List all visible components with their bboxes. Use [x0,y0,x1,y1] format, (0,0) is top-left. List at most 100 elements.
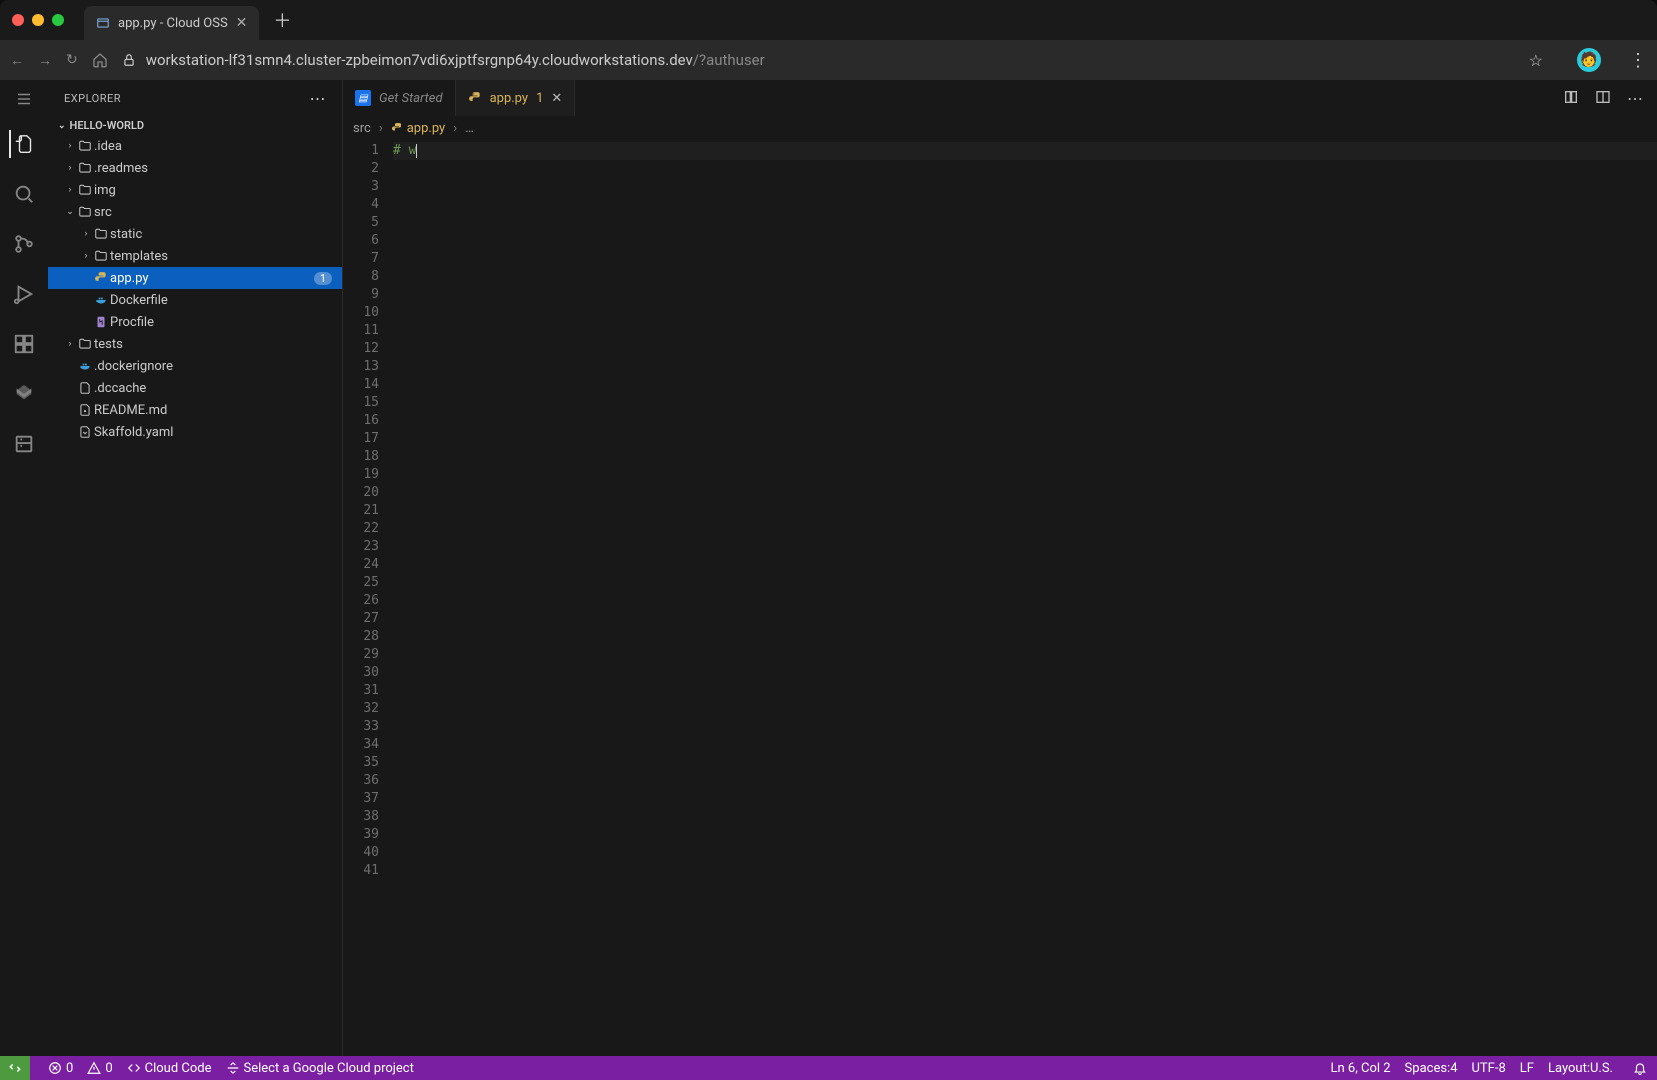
tab-get-started-label: Get Started [379,91,443,106]
status-select-project[interactable]: Select a Google Cloud project [226,1061,414,1076]
activity-bar [0,80,48,1056]
debug-activity-icon[interactable] [10,280,38,308]
folder-tree-item[interactable]: ⌄ src [48,201,342,223]
problems-badge: 1 [314,272,332,285]
chevron-right-icon: › [379,121,383,136]
search-activity-icon[interactable] [10,180,38,208]
forward-button[interactable]: → [38,52,52,69]
sidebar-root[interactable]: ⌄ HELLO-WORLD [48,116,342,135]
folder-tree-item[interactable]: › tests [48,333,342,355]
md-file-icon [76,403,94,417]
folder-icon [76,337,94,351]
reload-button[interactable]: ↻ [66,52,78,68]
chevron-down-icon: ⌄ [64,207,76,217]
yaml-file-icon [76,425,94,439]
folder-icon [92,249,110,263]
status-errors[interactable]: 0 [48,1061,73,1076]
home-button[interactable] [92,52,108,68]
breadcrumb-src[interactable]: src [353,121,371,136]
extensions-activity-icon[interactable] [10,330,38,358]
cloud-code-activity-icon[interactable] [10,380,38,408]
notifications-bell-icon[interactable] [1633,1061,1647,1075]
chevron-right-icon: › [64,339,76,349]
tree-item-label: .dockerignore [94,359,332,374]
status-eol[interactable]: LF [1520,1061,1534,1076]
folder-icon [76,139,94,153]
tree-item-label: static [110,227,332,242]
file-tree-item[interactable]: Procfile [48,311,342,333]
folder-tree-item[interactable]: › static [48,223,342,245]
folder-icon [76,161,94,175]
tree-item-label: Skaffold.yaml [94,425,332,440]
browser-tab-favicon [96,16,110,30]
file-tree-item[interactable]: app.py1 [48,267,342,289]
file-drawer-activity-icon[interactable] [10,430,38,458]
status-warnings[interactable]: 0 [87,1061,112,1076]
browser-menu-icon[interactable]: ⋮ [1629,50,1647,71]
file-tree-item[interactable]: Dockerfile [48,289,342,311]
tab-close-icon[interactable]: ✕ [551,91,562,106]
generic-file-icon [76,381,94,395]
browser-tab[interactable]: app.py - Cloud OSS ✕ [84,6,259,40]
status-bar: 0 0 Cloud Code Select a Google Cloud pro… [0,1056,1657,1080]
explorer-activity-icon[interactable] [9,130,37,158]
get-started-icon: ▤ [355,90,371,106]
status-layout[interactable]: Layout:U.S. [1548,1061,1613,1076]
status-cloud-code[interactable]: Cloud Code [127,1061,212,1076]
tree-item-label: .dccache [94,381,332,396]
address-bar[interactable]: workstation-lf31smn4.cluster-zpbeimon7vd… [122,51,1515,69]
tab-app-py[interactable]: app.py 1 ✕ [456,80,576,116]
code-editor[interactable]: 1234567891011121314151617181920212223242… [343,140,1657,1056]
tree-item-label: Dockerfile [110,293,332,308]
browser-toolbar: ← → ↻ workstation-lf31smn4.cluster-zpbei… [0,40,1657,80]
folder-tree-item[interactable]: ›img [48,179,342,201]
tree-item-label: .idea [94,139,332,154]
window-controls [12,14,64,26]
tree-item-label: src [94,205,332,220]
tree-item-label: .readmes [94,161,332,176]
tree-item-label: tests [94,337,332,352]
folder-tree-item[interactable]: › .readmes [48,157,342,179]
line-number-gutter: 1234567891011121314151617181920212223242… [343,140,393,1056]
file-tree-item[interactable]: .dockerignore [48,355,342,377]
chevron-right-icon: › [64,163,76,173]
back-button[interactable]: ← [10,52,24,69]
bookmark-star-icon[interactable]: ☆ [1529,51,1543,70]
chevron-right-icon: › [453,121,457,136]
python-file-icon [468,91,482,105]
folder-tree-item[interactable]: ›templates [48,245,342,267]
chevron-right-icon: › [80,229,92,239]
minimize-window-icon[interactable] [32,14,44,26]
browser-tab-close-icon[interactable]: ✕ [236,15,248,31]
status-spaces[interactable]: Spaces:4 [1405,1061,1458,1076]
split-editor-icon[interactable] [1595,89,1611,108]
file-tree-item[interactable]: Skaffold.yaml [48,421,342,443]
lock-icon [122,53,136,67]
hamburger-menu-icon[interactable] [15,90,33,108]
compare-changes-icon[interactable] [1563,89,1579,108]
scm-activity-icon[interactable] [10,230,38,258]
remote-indicator[interactable] [0,1056,30,1080]
tree-item-label: README.md [94,403,332,418]
profile-avatar[interactable]: 🧑 [1577,48,1601,72]
chevron-right-icon: › [64,141,76,151]
folder-icon [76,205,94,219]
new-tab-button[interactable]: ＋ [273,7,291,33]
folder-tree-item[interactable]: › .idea [48,135,342,157]
editor-tab-bar: ▤ Get Started app.py 1 ✕ ⋯ [343,80,1657,116]
folder-icon [92,227,110,241]
breadcrumb-more[interactable]: … [465,121,474,136]
close-window-icon[interactable] [12,14,24,26]
status-encoding[interactable]: UTF-8 [1472,1061,1506,1076]
status-ln-col[interactable]: Ln 6, Col 2 [1330,1061,1390,1076]
editor-more-icon[interactable]: ⋯ [1627,89,1643,108]
code-content[interactable]: # w [393,140,1657,1056]
file-tree-item[interactable]: README.md [48,399,342,421]
breadcrumb[interactable]: src › app.py › … [343,116,1657,140]
maximize-window-icon[interactable] [52,14,64,26]
breadcrumb-file[interactable]: app.py [391,121,445,136]
browser-tab-title: app.py - Cloud OSS [118,16,228,31]
tab-get-started[interactable]: ▤ Get Started [343,80,456,116]
file-tree-item[interactable]: .dccache [48,377,342,399]
sidebar-actions-icon[interactable]: ⋯ [310,89,327,108]
